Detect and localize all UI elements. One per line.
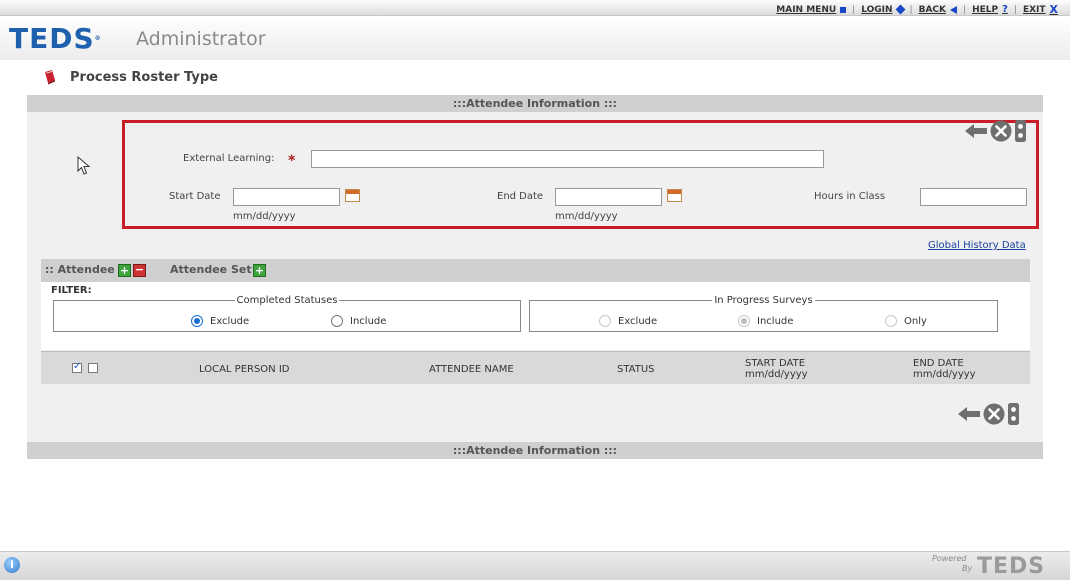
start-date-calendar-icon[interactable] <box>345 189 360 202</box>
by-text: By <box>962 564 973 573</box>
col-end-date[interactable]: END DATE mm/dd/yyyy <box>913 358 976 380</box>
hours-in-class-input[interactable] <box>920 188 1027 206</box>
attendee-table-header: LOCAL PERSON ID ATTENDEE NAME STATUS STA… <box>41 351 1030 384</box>
footer: i Powered By TEDS <box>0 551 1070 580</box>
help-link[interactable]: HELP? <box>966 4 1014 15</box>
powered-text: Powered <box>932 554 967 563</box>
back-arrow-icon[interactable] <box>958 406 980 422</box>
completed-statuses-legend: Completed Statuses <box>236 295 338 306</box>
traffic-light-icon[interactable] <box>1008 403 1019 425</box>
attendee-label: :: Attendee <box>45 263 115 276</box>
help-icon: ? <box>1002 4 1008 15</box>
completed-exclude-label: Exclude <box>210 315 250 327</box>
start-date-format: mm/dd/yyyy <box>233 211 296 222</box>
remove-attendee-icon[interactable]: − <box>133 264 146 277</box>
footer-logo: TEDS <box>977 554 1046 579</box>
square-icon <box>840 6 847 13</box>
page-title: Process Roster Type <box>70 69 218 85</box>
add-attendee-set-icon[interactable]: + <box>253 264 266 277</box>
radio-disabled-selected <box>738 315 750 327</box>
attendee-bar: :: Attendee + − Attendee Set + <box>41 259 1030 282</box>
main-menu-label: MAIN MENU <box>776 4 837 15</box>
col-attendee-name[interactable]: ATTENDEE NAME <box>429 364 514 375</box>
radio-selected[interactable] <box>191 315 203 327</box>
section-header-bottom: :::Attendee Information ::: <box>27 442 1043 459</box>
teds-logo: TEDS® <box>9 24 102 54</box>
required-mark: * <box>288 153 296 169</box>
completed-include-label: Include <box>350 315 387 327</box>
app-name: Administrator <box>136 28 266 50</box>
in-progress-surveys-legend: In Progress Surveys <box>714 295 813 306</box>
surveys-exclude-label: Exclude <box>618 315 658 327</box>
radio-disabled <box>599 315 611 327</box>
info-icon[interactable]: i <box>4 557 20 573</box>
left-triangle-icon <box>950 5 958 14</box>
in-progress-surveys-group: In Progress Surveys Exclude Include Only <box>529 295 998 332</box>
completed-statuses-group: Completed Statuses Exclude Include <box>53 295 521 332</box>
surveys-only-label: Only <box>904 315 927 327</box>
end-date-format: mm/dd/yyyy <box>555 211 618 222</box>
col-start-date[interactable]: START DATE mm/dd/yyyy <box>745 358 808 380</box>
col-end-date-label: END DATE <box>913 358 964 369</box>
external-learning-label: External Learning: <box>183 153 275 164</box>
col-end-date-format: mm/dd/yyyy <box>913 369 976 380</box>
top-menu: MAIN MENU | LOGIN | BACK | HELP? | EXIT X <box>770 3 1064 16</box>
col-status[interactable]: STATUS <box>617 364 655 375</box>
help-label: HELP <box>972 4 999 15</box>
attendee-set-label: Attendee Set <box>170 263 252 276</box>
bottom-action-icons <box>958 403 1019 425</box>
add-attendee-icon[interactable]: + <box>118 264 131 277</box>
diamond-icon <box>895 4 906 15</box>
login-label: LOGIN <box>861 4 893 15</box>
page-title-row: Process Roster Type <box>42 69 218 85</box>
cursor-icon <box>77 156 91 175</box>
end-date-calendar-icon[interactable] <box>667 189 682 202</box>
filter-area: FILTER: Completed Statuses Exclude Inclu… <box>41 282 1030 350</box>
exit-icon: X <box>1049 3 1058 16</box>
col-local-person-id[interactable]: LOCAL PERSON ID <box>199 364 289 375</box>
radio-disabled <box>885 315 897 327</box>
select-none-checkbox[interactable] <box>88 363 98 373</box>
back-arrow-icon[interactable] <box>965 123 987 139</box>
traffic-light-icon[interactable] <box>1015 120 1026 142</box>
surveys-exclude-radio: Exclude <box>599 315 657 327</box>
external-learning-input[interactable] <box>311 150 824 168</box>
select-all-checkbox[interactable] <box>72 361 82 373</box>
hours-in-class-label: Hours in Class <box>814 191 886 202</box>
top-action-icons <box>965 120 1026 142</box>
top-menu-bar: MAIN MENU | LOGIN | BACK | HELP? | EXIT X <box>0 0 1070 16</box>
close-icon[interactable] <box>983 403 1005 425</box>
logo-mark: ® <box>94 35 102 42</box>
close-icon[interactable] <box>990 120 1012 142</box>
back-link[interactable]: BACK <box>913 5 963 15</box>
end-date-label: End Date <box>497 191 544 202</box>
completed-include-radio[interactable]: Include <box>331 315 386 327</box>
start-date-input[interactable] <box>233 188 340 206</box>
col-start-date-format: mm/dd/yyyy <box>745 369 808 380</box>
global-history-data-link[interactable]: Global History Data <box>928 240 1026 251</box>
logo-text: TEDS <box>9 22 95 55</box>
powered-by-teds: Powered By TEDS <box>932 554 1062 579</box>
surveys-include-label: Include <box>757 315 794 327</box>
radio-unselected[interactable] <box>331 315 343 327</box>
surveys-include-radio: Include <box>738 315 793 327</box>
main-menu-link[interactable]: MAIN MENU <box>770 5 852 15</box>
start-date-label: Start Date <box>169 191 221 202</box>
main-panel: :::Attendee Information ::: External Lea… <box>27 95 1043 459</box>
end-date-input[interactable] <box>555 188 662 206</box>
app-header: TEDS® Administrator <box>0 16 1070 60</box>
surveys-only-radio: Only <box>885 315 927 327</box>
completed-exclude-radio[interactable]: Exclude <box>191 315 249 327</box>
section-header-top: :::Attendee Information ::: <box>27 95 1043 112</box>
login-link[interactable]: LOGIN <box>855 5 909 15</box>
exit-link[interactable]: EXIT X <box>1017 3 1064 16</box>
course-info-highlight: External Learning: * Start Date mm/dd/yy… <box>122 120 1039 229</box>
back-label: BACK <box>918 4 947 15</box>
exit-label: EXIT <box>1022 4 1046 15</box>
col-start-date-label: START DATE <box>745 358 806 369</box>
book-icon <box>45 70 55 85</box>
